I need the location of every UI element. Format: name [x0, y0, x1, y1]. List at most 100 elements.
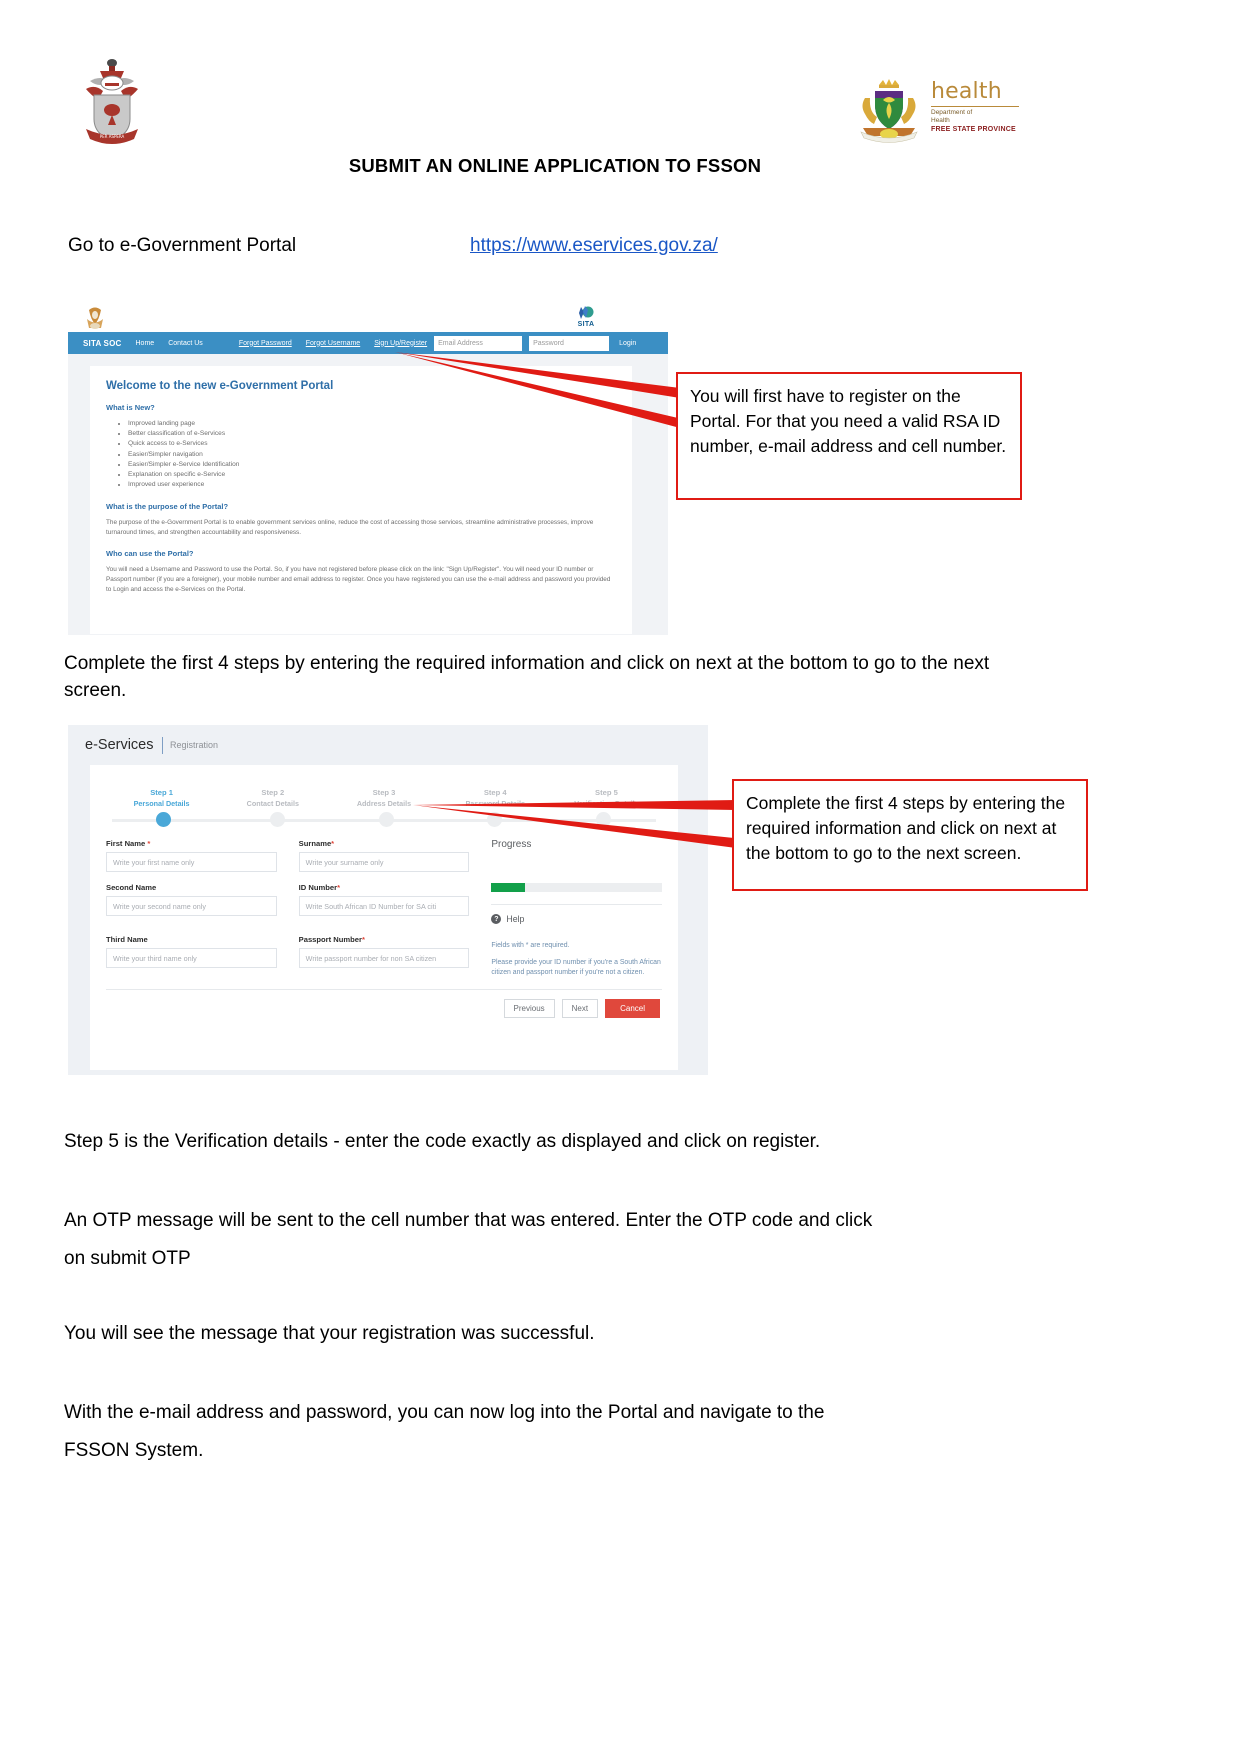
- progress-bar-wrap: ? Help: [491, 883, 663, 924]
- eservices-portal-link[interactable]: https://www.eservices.gov.za/: [470, 232, 718, 259]
- step-dot-1[interactable]: [155, 812, 171, 827]
- help-text-id: Please provide your ID number if you're …: [491, 958, 661, 977]
- registration-screenshot: e-Services Registration Step 1 Personal …: [68, 725, 708, 1075]
- form-row-1: First Name * Write your first name only …: [106, 839, 662, 872]
- field-label: First Name *: [106, 839, 151, 848]
- portal-navbar: SITA SOC Home Contact Us Forgot Password…: [68, 332, 668, 354]
- header-divider: [161, 736, 163, 754]
- progress-bar: [491, 883, 663, 892]
- progress-label: Progress: [491, 839, 532, 850]
- previous-button[interactable]: Previous: [503, 998, 555, 1018]
- required-marker: *: [331, 839, 335, 848]
- purpose-heading: What is the purpose of the Portal?: [106, 502, 229, 512]
- who-can-use-paragraph: You will need a Username and Password to…: [106, 566, 611, 594]
- second-name-input[interactable]: Write your second name only: [106, 896, 277, 916]
- list-item: Explanation on specific e-Service: [128, 470, 616, 480]
- nav-item-home[interactable]: Home: [136, 340, 155, 347]
- step-dot-4[interactable]: [487, 812, 503, 827]
- field-passport-number: Passport Number* Write passport number f…: [298, 935, 470, 979]
- step-dot-5[interactable]: [596, 812, 612, 827]
- passport-number-input[interactable]: Write passport number for non SA citizen: [298, 948, 470, 968]
- step-dot-2[interactable]: [269, 812, 285, 827]
- callout-complete-steps-note: Complete the first 4 steps by entering t…: [732, 779, 1088, 891]
- paragraph-login-line2: FSSON System.: [64, 1440, 204, 1461]
- who-can-use-heading: Who can use the Portal?: [106, 549, 194, 559]
- health-department-logo: health Department of Health FREE STATE P…: [855, 78, 1045, 148]
- step-3[interactable]: Step 3 Address Details: [328, 787, 439, 809]
- step-5[interactable]: Step 5 Verification Details: [551, 787, 662, 809]
- registration-card: Step 1 Personal Details Step 2 Contact D…: [90, 765, 678, 1070]
- next-button[interactable]: Next: [561, 998, 599, 1018]
- form-buttons: Previous Next Cancel: [106, 998, 662, 1018]
- password-input[interactable]: Password: [529, 335, 610, 351]
- instruction-complete-steps: Complete the first 4 steps by entering t…: [64, 653, 990, 701]
- nav-item-forgot-password[interactable]: Forgot Password: [239, 340, 292, 347]
- sita-logo: SITA: [566, 305, 606, 329]
- step-1[interactable]: Step 1 Personal Details: [106, 787, 217, 809]
- list-item: Improved landing page: [128, 419, 616, 429]
- paragraph-otp-line1: An OTP message will be sent to the cell …: [64, 1210, 873, 1231]
- surname-input[interactable]: Write your surname only: [298, 852, 470, 872]
- nav-item-forgot-username[interactable]: Forgot Username: [306, 340, 360, 347]
- portal-logo-bar: SITA: [68, 305, 668, 332]
- whats-new-heading: What is New?: [106, 403, 155, 412]
- form-row-2: Second Name Write your second name only …: [106, 883, 663, 924]
- paragraph-step5: Step 5 is the Verification details - ent…: [64, 1131, 821, 1152]
- health-dept-line1: Department of: [931, 109, 973, 116]
- health-wordmark: health: [931, 79, 1002, 104]
- field-label: Surname*: [298, 839, 335, 848]
- sita-globe-icon: [579, 306, 594, 319]
- svg-text:PER ASPERA: PER ASPERA: [100, 134, 125, 139]
- nav-brand[interactable]: SITA SOC: [83, 339, 122, 348]
- progress-bar-fill: [491, 883, 526, 892]
- health-province-label: FREE STATE PROVINCE: [931, 126, 1016, 133]
- list-item: Quick access to e-Services: [128, 439, 616, 449]
- field-surname: Surname* Write your surname only: [298, 839, 470, 872]
- field-label: Passport Number*: [298, 935, 365, 944]
- registration-label: Registration: [170, 740, 219, 750]
- step-indicator-labels: Step 1 Personal Details Step 2 Contact D…: [106, 787, 662, 809]
- first-name-input[interactable]: Write your first name only: [106, 852, 277, 872]
- step-progress-track: [112, 812, 656, 828]
- paragraph-login-line1: With the e-mail address and password, yo…: [64, 1402, 825, 1423]
- required-marker: *: [337, 883, 341, 892]
- municipal-coat-of-arms-logo: PER ASPERA: [86, 59, 138, 144]
- required-marker: *: [361, 935, 365, 944]
- purpose-paragraph: The purpose of the e-Government Portal i…: [106, 519, 594, 537]
- list-item: Easier/Simpler navigation: [128, 450, 616, 460]
- cancel-button[interactable]: Cancel: [605, 998, 660, 1018]
- help-icon: ?: [491, 914, 502, 924]
- health-logo-rule: [931, 106, 1019, 107]
- field-first-name: First Name * Write your first name only: [106, 839, 277, 872]
- paragraph-success: You will see the message that your regis…: [64, 1323, 595, 1344]
- email-address-input[interactable]: Email Address: [434, 335, 523, 351]
- free-state-coat-of-arms-icon: [860, 79, 918, 143]
- portal-content: Welcome to the new e-Government Portal W…: [68, 354, 668, 635]
- progress-panel: Progress: [491, 839, 662, 872]
- nav-item-contact-us[interactable]: Contact Us: [168, 340, 203, 347]
- whats-new-list: Improved landing page Better classificat…: [106, 419, 616, 490]
- step-4[interactable]: Step 4 Password Details: [440, 787, 551, 809]
- form-footer-divider: [106, 988, 662, 990]
- paragraph-otp-line2: on submit OTP: [64, 1248, 191, 1269]
- divider: [491, 904, 663, 905]
- help-heading: ? Help: [491, 914, 662, 924]
- list-item: Better classification of e-Services: [128, 429, 616, 439]
- third-name-input[interactable]: Write your third name only: [106, 948, 277, 968]
- field-label: ID Number*: [298, 883, 341, 892]
- list-item: Easier/Simpler e-Service Identification: [128, 460, 616, 470]
- callout-register-note: You will first have to register on the P…: [676, 372, 1022, 500]
- portal-screenshot: SITA SITA SOC Home Contact Us Forgot Pas…: [68, 305, 668, 635]
- login-button[interactable]: Login: [619, 340, 636, 347]
- nav-item-sign-up-register[interactable]: Sign Up/Register: [374, 340, 427, 347]
- form-row-3: Third Name Write your third name only Pa…: [106, 935, 662, 979]
- step-dot-3[interactable]: [378, 812, 394, 827]
- step-2[interactable]: Step 2 Contact Details: [217, 787, 328, 809]
- id-number-input[interactable]: Write South African ID Number for SA cit…: [298, 896, 470, 916]
- help-panel: Fields with * are required. Please provi…: [491, 935, 662, 979]
- health-dept-line2: Health: [931, 117, 950, 124]
- portal-instruction-label: Go to e-Government Portal: [68, 235, 297, 256]
- document-header: PER ASPERA health Department of Health F…: [0, 0, 1241, 160]
- portal-heading: Welcome to the new e-Government Portal: [106, 380, 334, 392]
- field-third-name: Third Name Write your third name only: [106, 935, 277, 979]
